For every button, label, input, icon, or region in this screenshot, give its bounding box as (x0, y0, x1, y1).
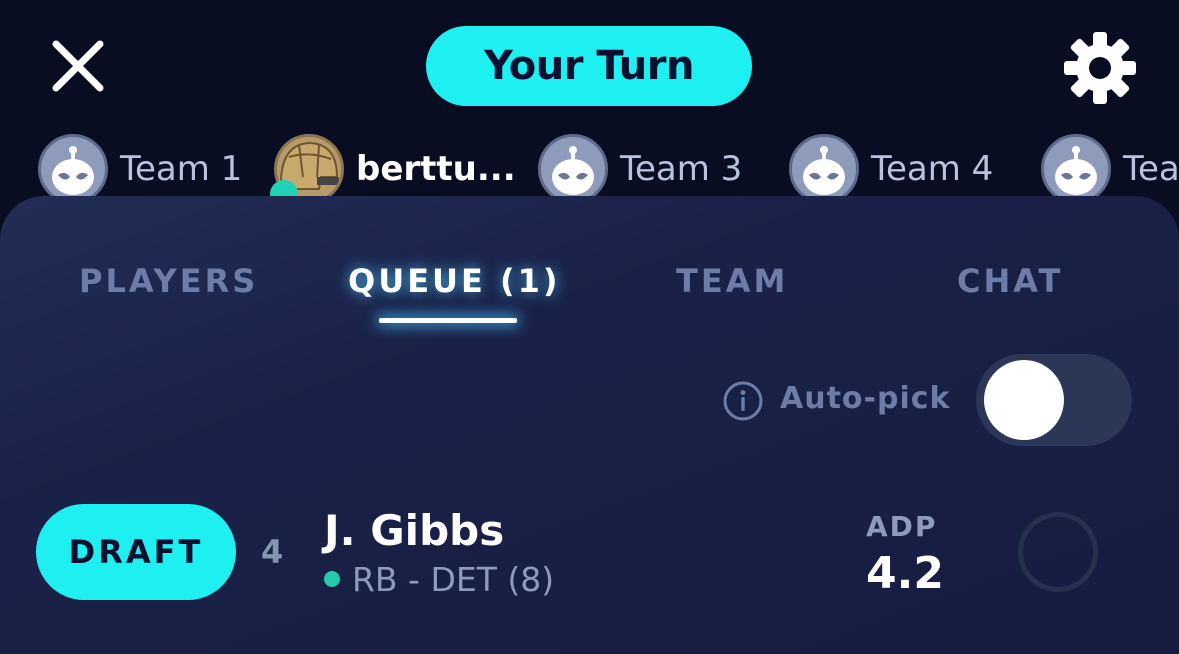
tab-chat[interactable]: CHAT (957, 262, 1063, 300)
your-turn-label: Your Turn (484, 43, 694, 89)
robot-avatar-icon (38, 134, 108, 204)
player-position-team: RB - DET (8) (352, 560, 555, 599)
team-name: Team 4 (871, 149, 994, 189)
autopick-toggle[interactable] (976, 354, 1132, 446)
close-icon (52, 40, 104, 92)
adp-label: ADP (866, 510, 938, 543)
adp-value: 4.2 (866, 548, 944, 599)
team-name: Team 3 (620, 149, 743, 189)
team-item[interactable]: Team 1 (38, 134, 242, 204)
team-name: Team 1 (120, 149, 243, 189)
your-turn-badge: Your Turn (426, 26, 752, 106)
active-tab-indicator (379, 318, 517, 323)
autopick-label: Auto-pick (780, 381, 951, 416)
player-rank: 4 (261, 533, 284, 571)
team-item-current[interactable]: berttu... (274, 134, 516, 204)
player-name[interactable]: J. Gibbs (324, 506, 504, 555)
tab-bar: PLAYERS QUEUE (1) TEAM CHAT (0, 262, 1179, 302)
robot-avatar-icon (538, 134, 608, 204)
queue-select-circle[interactable] (1018, 512, 1098, 592)
settings-button[interactable] (1062, 30, 1138, 106)
draft-screen: Your Turn Team 1 berttu... Team 3 Team 4… (0, 0, 1179, 654)
tab-players[interactable]: PLAYERS (79, 262, 258, 300)
robot-avatar-icon (1041, 134, 1111, 204)
tab-queue[interactable]: QUEUE (1) (348, 262, 561, 300)
team-name: Tea (1123, 149, 1179, 189)
info-icon[interactable] (722, 380, 764, 422)
gear-icon (1064, 32, 1136, 104)
position-dot (324, 571, 340, 587)
close-button[interactable] (48, 36, 108, 96)
tab-team[interactable]: TEAM (676, 262, 788, 300)
team-name: berttu... (356, 149, 516, 189)
team-item[interactable]: Tea (1041, 134, 1179, 204)
draft-button[interactable]: DRAFT (36, 504, 236, 600)
robot-avatar-icon (789, 134, 859, 204)
team-item[interactable]: Team 4 (789, 134, 993, 204)
toggle-knob (984, 360, 1064, 440)
draft-button-label: DRAFT (68, 533, 204, 571)
team-strip[interactable]: Team 1 berttu... Team 3 Team 4 Tea (0, 134, 1179, 204)
team-item[interactable]: Team 3 (538, 134, 742, 204)
